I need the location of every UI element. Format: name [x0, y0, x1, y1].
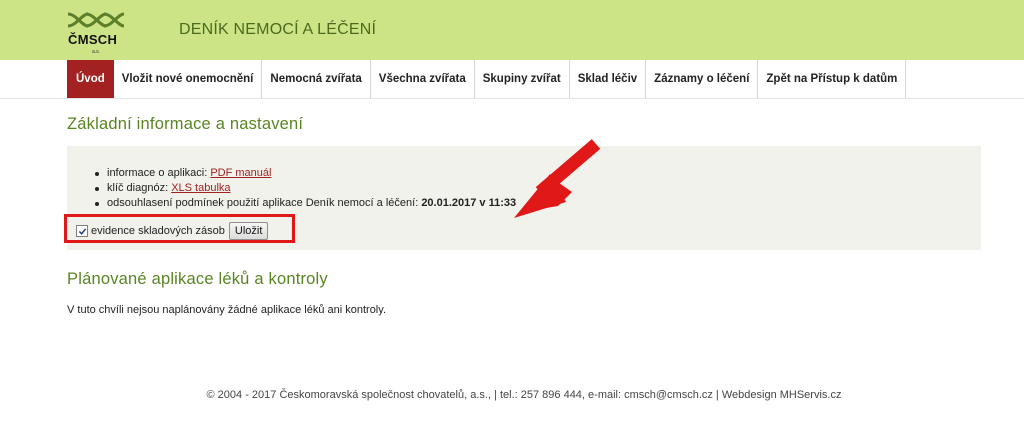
info-item-manual-label: informace o aplikaci: [107, 167, 211, 179]
info-item-terms-agreement: odsouhlasení podmínek použití aplikace D… [95, 196, 516, 211]
logo-subtext: a.s. [92, 49, 101, 55]
logo-text: ČMSCH [68, 32, 118, 47]
xls-table-link[interactable]: XLS tabulka [171, 182, 230, 194]
nav-tab-all-animals[interactable]: Všechna zvířata [370, 60, 475, 98]
nav-divider [0, 98, 1024, 99]
nav-tab-drug-stock[interactable]: Sklad léčiv [569, 60, 647, 98]
app-header: ČMSCH a.s. DENÍK NEMOCÍ A LÉČENÍ [0, 0, 1024, 60]
info-item-terms-label: odsouhlasení podmínek použití aplikace D… [107, 197, 422, 209]
nav-tab-treatment-records[interactable]: Záznamy o léčení [646, 60, 759, 98]
section-heading-planned: Plánované aplikace léků a kontroly [67, 270, 328, 288]
annotation-arrow-icon [514, 139, 601, 218]
app-title: DENÍK NEMOCÍ A LÉČENÍ [179, 21, 377, 38]
info-item-diagnosis-label: klíč diagnóz: [107, 182, 172, 194]
nav-tab-new-illness[interactable]: Vložit nové onemocnění [113, 60, 263, 98]
nav-tab-sick-animals[interactable]: Nemocná zvířata [262, 60, 371, 98]
info-item-diagnosis-key: klíč diagnóz: XLS tabulka [95, 181, 516, 196]
main-nav: Úvod Vložit nové onemocnění Nemocná zvíř… [67, 60, 907, 99]
pdf-manual-link[interactable]: PDF manuál [210, 167, 271, 179]
nav-tab-uvod[interactable]: Úvod [67, 60, 114, 98]
info-list: informace o aplikaci: PDF manuál klíč di… [95, 166, 516, 211]
section-heading-basic-info: Základní informace a nastavení [67, 115, 304, 133]
footer-text: © 2004 - 2017 Českomoravská společnost c… [206, 389, 842, 401]
nav-tab-animal-groups[interactable]: Skupiny zvířat [474, 60, 570, 98]
planned-empty-message: V tuto chvíli nejsou naplánovány žádné a… [67, 304, 386, 316]
nav-tab-back-to-data-access[interactable]: Zpět na Přístup k datům [758, 60, 907, 98]
info-item-manual: informace o aplikaci: PDF manuál [95, 166, 516, 181]
annotation-highlight-box [64, 214, 295, 243]
